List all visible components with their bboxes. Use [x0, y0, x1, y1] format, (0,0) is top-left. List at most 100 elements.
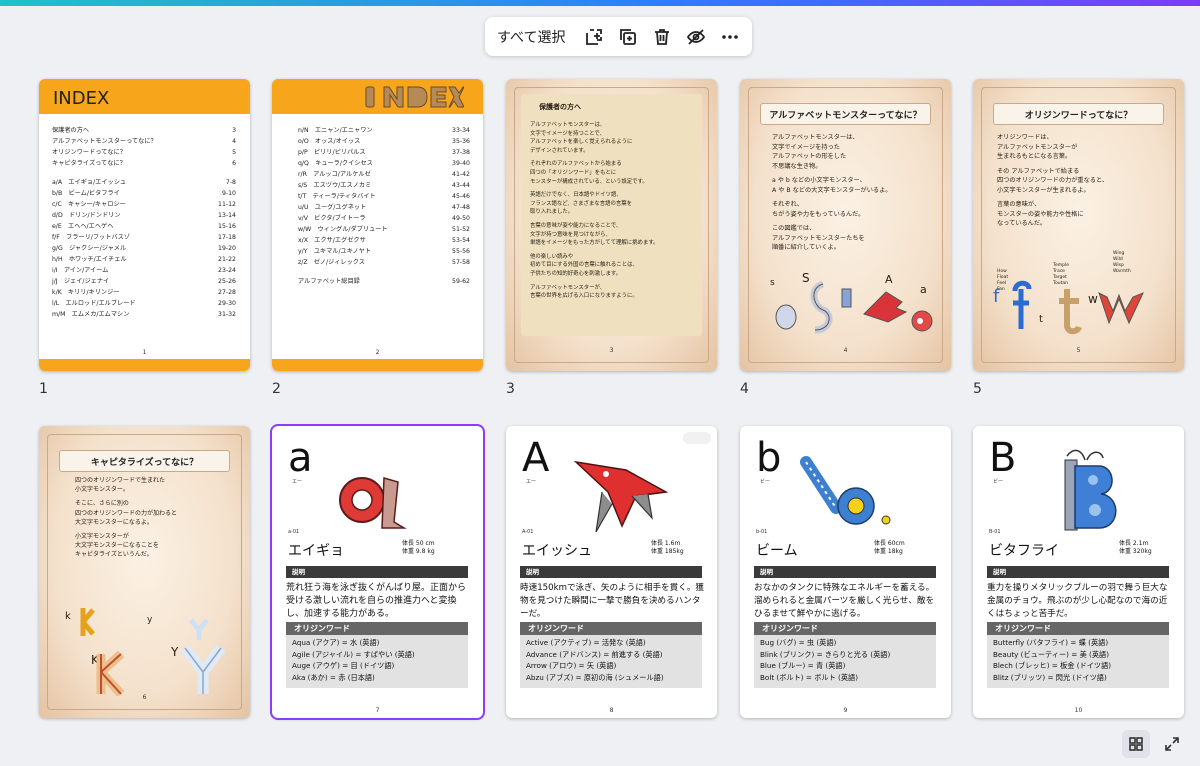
card-weight: 体重 320kg	[1119, 548, 1152, 555]
page-thumbnail-7[interactable]: a エー a-01 エイギョ 体長 50 cm 体重 9.8 kg 説明 荒れ狂う…	[270, 424, 485, 720]
index-row: q/Q キューラ/クイシセス 39-40	[298, 158, 470, 169]
index-entry: x/X エクサ/エグゼクサ	[298, 237, 366, 244]
card-letter-reading: ビー	[993, 479, 1004, 485]
origin-word: Blech (ブレッヒ) = 板金 (ドイツ語)	[993, 661, 1112, 670]
index-entry: t/T ティーラ/ティタバイト	[298, 193, 376, 200]
card-letter: B	[989, 435, 1017, 481]
index-page-range: 4	[232, 138, 236, 145]
index-page-range: 41-42	[452, 171, 470, 178]
index-row: d/D ドリン/ドンドリン 13-14	[52, 210, 236, 221]
letter-label: f	[993, 286, 1000, 307]
page-thumbnail-3[interactable]: 保護者の方へ アルファベットモンスターは、 文字でイメージを持つことで、 アルファベ…	[506, 79, 717, 371]
fullscreen-icon[interactable]	[1158, 730, 1186, 758]
index-row: u/U ユーグ/ユグネット 47-48	[298, 202, 470, 213]
text-line: アルファベットモンスターが、	[530, 284, 606, 291]
more-icon[interactable]	[719, 26, 741, 48]
page-footer-number: 3	[609, 347, 614, 354]
page-heading: 保護者の方へ	[539, 103, 581, 111]
index-spacer	[52, 169, 236, 177]
index-entry: g/G ジャクシー/ジャメル	[52, 245, 127, 252]
index-entry: r/R アルッコ/アルケルゼ	[298, 171, 371, 178]
text-line: 不思議な生き物。	[772, 162, 822, 170]
monster-image-icon	[1064, 449, 1117, 531]
index-page-range: 17-18	[218, 234, 236, 241]
text-line: なっているんだ。	[997, 220, 1047, 227]
page-thumbnail-4[interactable]: アルファベットモンスターってなに？ アルファベットモンスターは、 文字でイメージを…	[740, 79, 951, 371]
index-row: アルファベットモンスターってなに？ 4	[52, 136, 236, 147]
card-stats: 体長 2.1m 体重 320kg	[1119, 540, 1152, 556]
origin-word: Butterfly (バタフライ) = 蝶 (英語)	[993, 638, 1109, 647]
text-line: モンスターの姿や能力や性格に	[997, 210, 1084, 218]
text-line: 言葉の意味が、	[997, 201, 1041, 208]
monster-image-icon	[800, 456, 891, 525]
page-number-label: 4	[740, 381, 749, 397]
index-row: y/Y ユキマル/ユキノヤト 55-56	[298, 246, 470, 257]
text-line: 文字でイメージを持つことで、	[530, 130, 605, 137]
text-line: その アルファベットで始まる	[997, 167, 1080, 175]
card-id: b-01	[756, 529, 768, 535]
page-footer-number: 1	[142, 349, 147, 356]
text-line: 他の楽しい読みや	[530, 253, 574, 260]
card-name: エイギョ	[288, 543, 344, 559]
page-body-text: 四つのオリジンワードで生まれた 小文字モンスター。 そこに、さらに別の 四つのオリジン…	[75, 476, 240, 560]
grid-view-icon[interactable]	[1122, 730, 1150, 758]
index-page-range: 27-28	[218, 289, 236, 296]
card-weight: 体重 185kg	[651, 548, 684, 555]
index-entry: z/Z ゼノ/ジィレックス	[298, 259, 365, 266]
text-line: 四つのオリジンワードの力が加わると	[75, 509, 178, 517]
index-row: l/L エルロッド/エルブレード 29-30	[52, 298, 236, 309]
origin-word: Arrow (アロウ) = 矢 (英語)	[526, 661, 617, 670]
text-line: 英語だけでなく、日本語やドイツ語、	[530, 192, 622, 199]
index-row: アルファベット総目録 59-62	[298, 276, 470, 287]
text-line: ちがう姿や力をもっているんだ。	[772, 210, 865, 218]
page-thumbnail-1[interactable]: INDEX 保護者の方へ 3 アルファベットモンスターってなに？ 4 オリジンワードって…	[39, 79, 250, 371]
index-page-range: 31-32	[218, 311, 236, 318]
page-badge	[683, 432, 711, 444]
view-controls	[1122, 730, 1186, 758]
page-thumbnail-6[interactable]: キャピタライズってなに？ 四つのオリジンワードで生まれた 小文字モンスター。 そこに…	[39, 426, 250, 718]
index-page-range: 47-48	[452, 204, 470, 211]
card-description: 荒れ狂う海を泳ぎ抜くがんばり屋。正面から受ける激しい流れを自らの推進力へと変換し…	[286, 583, 467, 619]
page-footer-number: 5	[1076, 347, 1081, 354]
text-line: 子供たちの知的好奇心を刺激します。	[530, 270, 622, 277]
monster-illustration-icon	[1012, 280, 1144, 335]
index-entry: f/F フラーリ/フットバスゾ	[52, 234, 130, 241]
text-line: 大文字モンスターになることを	[75, 542, 159, 550]
origin-word: Blink (ブリンク) = きらりと光る (英語)	[760, 649, 891, 659]
card-weight: 体重 18kg	[874, 548, 903, 555]
origin-word: Auge (アウゲ) = 目 (ドイツ語)	[292, 661, 395, 670]
monster-illustration-icon	[775, 280, 933, 334]
card-height: 体長 2.1m	[1119, 540, 1149, 547]
origin-word: Abzu (アブズ) = 原初の海 (シュメール語)	[526, 672, 664, 682]
page-thumbnail-8[interactable]: A エー A-01 エイッシュ 体長 1.6m 体重 185kg 説明 時速150…	[506, 426, 717, 718]
add-page-icon[interactable]	[583, 26, 605, 48]
page-thumbnail-10[interactable]: B ビー B-01 ビタフライ 体長 2.1m 体重 320kg 説明 重力を操り…	[973, 426, 1184, 718]
index-row: j/J ジェイ/ジェナイ 25-26	[52, 276, 236, 287]
origin-word-list: Aqua (アクア) = 水 (英語) Agile (アジャイル) = すばやい …	[286, 635, 468, 683]
duplicate-icon[interactable]	[617, 26, 639, 48]
page-thumbnail-9[interactable]: b ビー b-01 ビーム 体長 60cm 体重 18kg 説明 おなかのタンクに…	[740, 426, 951, 718]
origin-word: Bug (バグ) = 虫 (英語)	[760, 638, 837, 647]
page-footer-number: 4	[843, 347, 848, 354]
trash-icon[interactable]	[651, 26, 673, 48]
page-thumbnail-5[interactable]: オリジンワードってなに？ オリジンワードは、 アルファベットモンスターが 生まれるも…	[973, 79, 1184, 371]
card-description: 時速150kmで泳ぎ、矢のように相手を貫く。獲物を見つけた瞬間に一撃で勝負を決め…	[520, 583, 705, 619]
card-height: 体長 50 cm	[402, 540, 435, 547]
origin-word-list: Active (アクティブ) = 活発な (英語) Advance (アドバンス)…	[520, 635, 702, 683]
card-stats: 体長 60cm 体重 18kg	[874, 540, 905, 556]
index-row: f/F フラーリ/フットバスゾ 17-18	[52, 232, 236, 243]
origin-word-list: Bug (バグ) = 虫 (英語) Blink (ブリンク) = きらりと光る (…	[754, 635, 936, 683]
origin-word: Advance (アドバンス) = 前進する (英語)	[526, 649, 663, 659]
index-row: s/S エスヅウ/エスノカミ 43-44	[298, 180, 470, 191]
card-origin-words: オリジンワード Aqua (アクア) = 水 (英語) Agile (アジャイル)…	[286, 622, 468, 688]
origin-words-header: オリジンワード	[754, 622, 936, 635]
index-page-range: 15-16	[218, 223, 236, 230]
page-thumbnail-2[interactable]: n/N エニャン/エニャワン 33-34 o/O オッス/オイッス 35-36 p/P …	[272, 79, 483, 371]
index-entry: y/Y ユキマル/ユキノヤト	[298, 248, 372, 255]
hide-icon[interactable]	[685, 26, 707, 48]
page-footer-number: 10	[1074, 707, 1083, 714]
select-all-button[interactable]: すべて選択	[497, 27, 565, 47]
page-footer-number: 9	[843, 707, 848, 714]
page-footer-number: 8	[609, 707, 614, 714]
page-heading: アルファベットモンスターってなに？	[760, 103, 931, 125]
